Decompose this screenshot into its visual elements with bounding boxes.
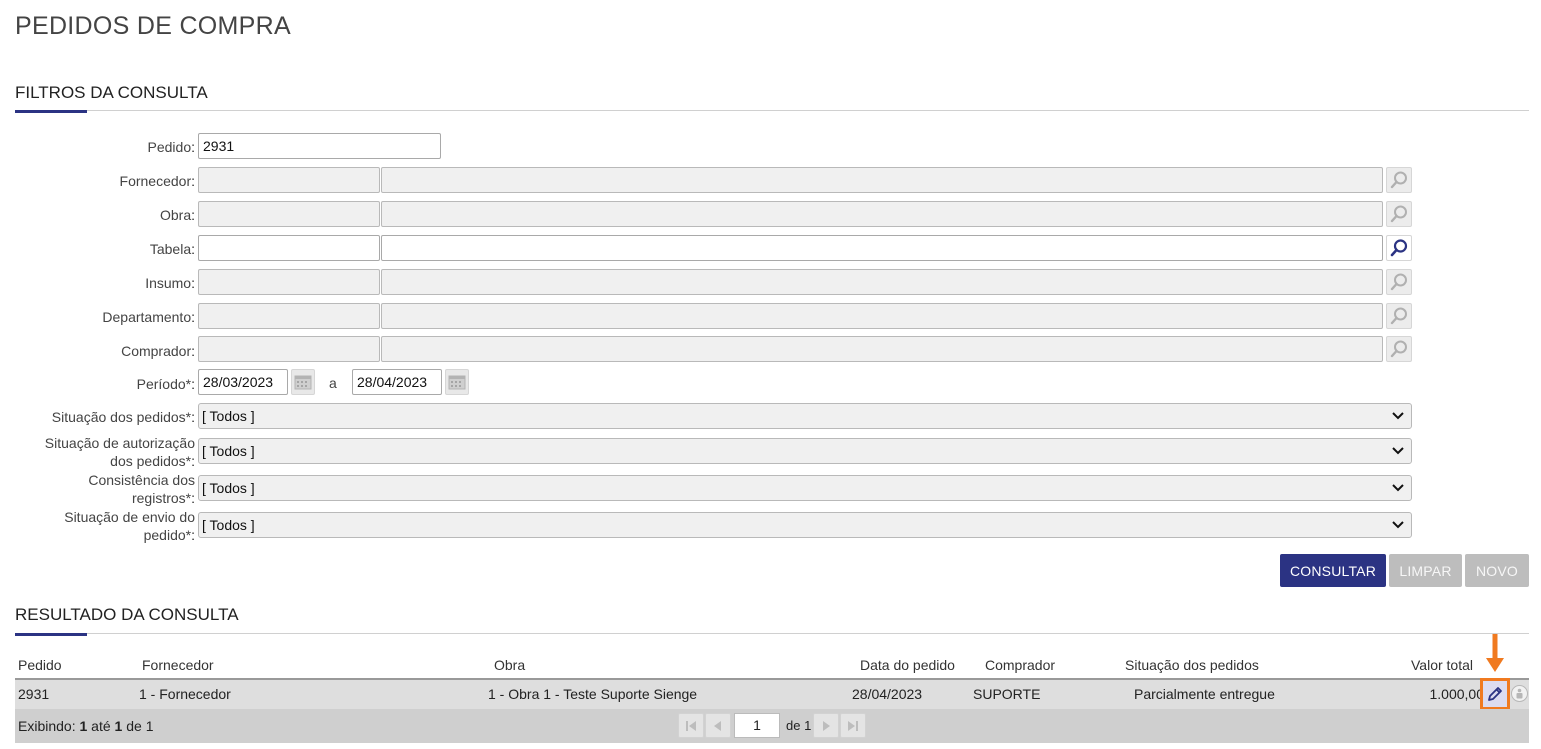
periodo-end-calendar-button[interactable] [445, 369, 469, 395]
page-number-input[interactable]: 1 [734, 713, 780, 738]
insumo-search-button[interactable] [1386, 269, 1412, 295]
insumo-label: Insumo: [145, 275, 195, 291]
results-divider [15, 633, 1529, 634]
magnifier-icon [1390, 340, 1407, 358]
tabela-code-input[interactable] [198, 235, 380, 261]
page-title: PEDIDOS DE COMPRA [15, 12, 291, 40]
tabela-search-button[interactable] [1386, 235, 1412, 261]
first-page-button[interactable] [678, 713, 704, 738]
chevron-down-icon [1392, 447, 1404, 455]
pedido-label: Pedido: [147, 139, 195, 155]
cell-valor: 1.000,00 [1429, 686, 1485, 702]
prev-page-icon [714, 720, 721, 731]
column-header-fornecedor[interactable]: Fornecedor [142, 657, 214, 673]
periodo-start-calendar-button[interactable] [291, 369, 315, 395]
situacao-envio-label: Situação de envio do pedido*: [64, 509, 195, 543]
situacao-envio-select[interactable]: [ Todos ] [198, 512, 1412, 538]
chevron-down-icon [1392, 521, 1404, 529]
situacao-pedidos-label: Situação dos pedidos*: [51, 409, 195, 425]
last-page-button[interactable] [840, 713, 866, 738]
chevron-down-icon [1392, 484, 1404, 492]
consultar-button[interactable]: CONSULTAR [1280, 554, 1386, 587]
tabela-label: Tabela: [149, 241, 195, 257]
cell-fornecedor: 1 - Fornecedor [139, 686, 231, 702]
pencil-icon [1488, 687, 1502, 701]
consistencia-select[interactable]: [ Todos ] [198, 475, 1412, 501]
fornecedor-code-input[interactable] [198, 167, 380, 193]
cell-data: 28/04/2023 [852, 686, 923, 702]
comprador-search-button[interactable] [1386, 336, 1412, 362]
periodo-label: Período*: [136, 376, 195, 392]
first-page-icon [686, 720, 696, 731]
departamento-label: Departamento: [102, 309, 195, 325]
results-divider-accent [15, 633, 87, 636]
obra-search-button[interactable] [1386, 201, 1412, 227]
magnifier-icon [1390, 205, 1407, 223]
fornecedor-label: Fornecedor: [119, 173, 195, 189]
fornecedor-search-button[interactable] [1386, 167, 1412, 193]
situacao-autorizacao-label: Situação de autorização dos pedidos*: [44, 435, 195, 469]
obra-label: Obra: [159, 207, 195, 223]
next-page-icon [823, 720, 830, 731]
magnifier-icon [1390, 171, 1407, 189]
info-button[interactable] [1511, 685, 1528, 702]
orange-arrow-down-icon [1486, 634, 1504, 672]
cell-comprador: SUPORTE [973, 686, 1041, 702]
prev-page-button[interactable] [705, 713, 731, 738]
column-header-valor[interactable]: Valor total [1411, 657, 1473, 673]
pedido-input[interactable]: 2931 [198, 133, 441, 159]
page-count: de 1 [786, 718, 812, 733]
calendar-icon [448, 375, 466, 390]
results-section-title: RESULTADO DA CONSULTA [15, 605, 239, 624]
comprador-name-input[interactable] [381, 336, 1383, 362]
periodo-start-input[interactable]: 28/03/2023 [198, 369, 288, 395]
obra-code-input[interactable] [198, 201, 380, 227]
periodo-end-input[interactable]: 28/04/2023 [352, 369, 442, 395]
insumo-name-input[interactable] [381, 269, 1383, 295]
situacao-pedidos-select[interactable]: [ Todos ] [198, 403, 1412, 429]
departamento-name-input[interactable] [381, 303, 1383, 329]
calendar-icon [294, 375, 312, 390]
consistencia-value: [ Todos ] [202, 480, 255, 496]
magnifier-icon [1390, 307, 1407, 325]
obra-name-input[interactable] [381, 201, 1383, 227]
column-header-comprador[interactable]: Comprador [985, 657, 1055, 673]
table-row[interactable] [15, 680, 1529, 709]
records-summary: Exibindo: 1 até 1 de 1 [18, 718, 154, 734]
magnifier-icon [1390, 239, 1408, 257]
cell-situacao: Parcialmente entregue [1134, 686, 1275, 702]
tabela-name-input[interactable] [381, 235, 1383, 261]
novo-button[interactable]: NOVO [1465, 554, 1529, 587]
situacao-envio-value: [ Todos ] [202, 517, 255, 533]
departamento-search-button[interactable] [1386, 303, 1412, 329]
limpar-button[interactable]: LIMPAR [1389, 554, 1462, 587]
fornecedor-name-input[interactable] [381, 167, 1383, 193]
departamento-code-input[interactable] [198, 303, 380, 329]
periodo-separator: a [329, 375, 337, 391]
situacao-autorizacao-value: [ Todos ] [202, 443, 255, 459]
situacao-autorizacao-select[interactable]: [ Todos ] [198, 438, 1412, 464]
next-page-button[interactable] [813, 713, 839, 738]
column-header-obra[interactable]: Obra [494, 657, 525, 673]
column-header-pedido[interactable]: Pedido [18, 657, 62, 673]
cell-obra: 1 - Obra 1 - Teste Suporte Sienge [488, 686, 698, 702]
filters-divider-accent [15, 110, 87, 113]
filters-divider [15, 110, 1529, 111]
comprador-label: Comprador: [121, 343, 195, 359]
cell-pedido: 2931 [18, 686, 50, 702]
column-header-data[interactable]: Data do pedido [860, 657, 955, 673]
comprador-code-input[interactable] [198, 336, 380, 362]
chevron-down-icon [1392, 412, 1404, 420]
magnifier-icon [1390, 273, 1407, 291]
column-header-situacao[interactable]: Situação dos pedidos [1125, 657, 1259, 673]
insumo-code-input[interactable] [198, 269, 380, 295]
situacao-pedidos-value: [ Todos ] [202, 408, 255, 424]
consistencia-label: Consistência dos registros*: [88, 472, 195, 506]
info-icon [1516, 688, 1523, 699]
filters-section-title: FILTROS DA CONSULTA [15, 83, 208, 102]
edit-button[interactable] [1480, 678, 1510, 710]
last-page-icon [848, 720, 858, 731]
